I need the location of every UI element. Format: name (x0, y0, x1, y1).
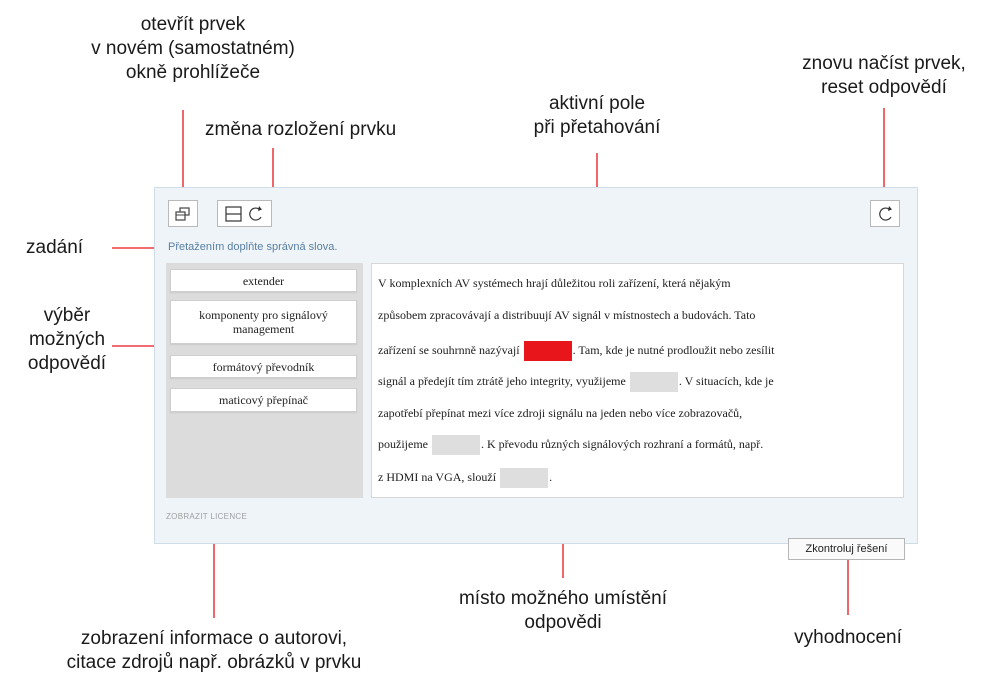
layout-change-button[interactable] (217, 200, 272, 227)
text-line: způsobem zpracovávají a distribuují AV s… (378, 308, 756, 322)
answer-chip-matrix-switch[interactable]: maticový přepínač (170, 388, 357, 412)
answer-chip-format-converter[interactable]: formátový převodník (170, 355, 357, 378)
annotation-layout-change: změna rozložení prvku (205, 119, 397, 140)
text-line: použijeme . K převodu různých signálovýc… (378, 433, 764, 456)
annotation-line: při přetahování (533, 117, 661, 138)
task-instruction: Přetažením doplňte správná slova. (168, 241, 338, 253)
text-line: z HDMI na VGA, slouží . (378, 466, 553, 489)
annotation-open-window: otevřít prvek v novém (samostatném) okně… (91, 13, 295, 85)
text-line: signál a předejít tím ztrátě jeho integr… (378, 370, 774, 393)
annotation-line: místo možného umístění (458, 588, 668, 609)
text-segment: . (549, 470, 553, 484)
annotation-line: výběr (43, 305, 91, 326)
annotation-evaluation: vyhodnocení (794, 627, 902, 648)
annotation-line: otevřít prvek (140, 14, 246, 35)
text-segment: použijeme (378, 437, 428, 451)
annotation-line: okně prohlížeče (125, 62, 261, 83)
text-segment: . Tam, kde je nutné prodloužit nebo zesí… (572, 343, 775, 357)
answer-chip-signal-management[interactable]: komponenty pro signálový management (170, 300, 357, 344)
text-segment: zařízení se souhrnně nazývají (378, 343, 520, 357)
text-segment: . V situacích, kde je (678, 374, 774, 388)
drop-slot[interactable] (500, 468, 549, 489)
annotation-line: reset odpovědí (821, 77, 947, 98)
layout-toggle-icon (224, 205, 262, 222)
annotation-answer-choice: výběr možných odpovědí (28, 304, 106, 376)
annotation-task: zadání (26, 237, 84, 258)
show-licence-link[interactable]: ZOBRAZIT LICENCE (166, 512, 247, 521)
annotation-line: znovu načíst prvek, (802, 53, 966, 74)
annotation-active-field: aktivní pole při přetahování (534, 92, 661, 140)
annotation-line: možných (28, 329, 106, 350)
open-in-new-window-icon (175, 206, 190, 221)
annotation-reload: znovu načíst prvek, reset odpovědí (802, 52, 966, 100)
drop-slot[interactable] (431, 435, 480, 456)
drop-slot-active[interactable] (523, 341, 572, 362)
annotation-line: odpovědí (27, 353, 107, 374)
reload-button[interactable] (870, 200, 900, 227)
text-line: zařízení se souhrnně nazývají . Tam, kde… (378, 339, 775, 362)
annotation-author-info: zobrazení informace o autorovi, citace z… (67, 627, 362, 675)
annotation-line: zobrazení informace o autorovi, (80, 628, 348, 649)
annotation-line: citace zdrojů např. obrázků v prvku (66, 652, 362, 673)
check-solution-button[interactable]: Zkontroluj řešení (788, 538, 905, 560)
text-segment: . K převodu různých signálových rozhraní… (480, 437, 764, 451)
annotation-placement: místo možného umístění odpovědi (459, 587, 667, 635)
open-in-new-window-button[interactable] (168, 200, 198, 227)
text-segment: signál a předejít tím ztrátě jeho integr… (378, 374, 626, 388)
annotation-line: v novém (samostatném) (91, 38, 295, 59)
text-line: zapotřebí přepínat mezi více zdroji sign… (378, 406, 743, 420)
text-segment: z HDMI na VGA, slouží (378, 470, 497, 484)
reload-icon (879, 205, 892, 221)
text-line: V komplexních AV systémech hrají důležit… (378, 276, 731, 290)
answer-chip-extender[interactable]: extender (170, 269, 357, 292)
drop-slot[interactable] (629, 372, 678, 393)
annotation-line: odpovědi (524, 612, 602, 633)
annotation-line: aktivní pole (548, 93, 646, 114)
answer-bank (166, 263, 363, 498)
